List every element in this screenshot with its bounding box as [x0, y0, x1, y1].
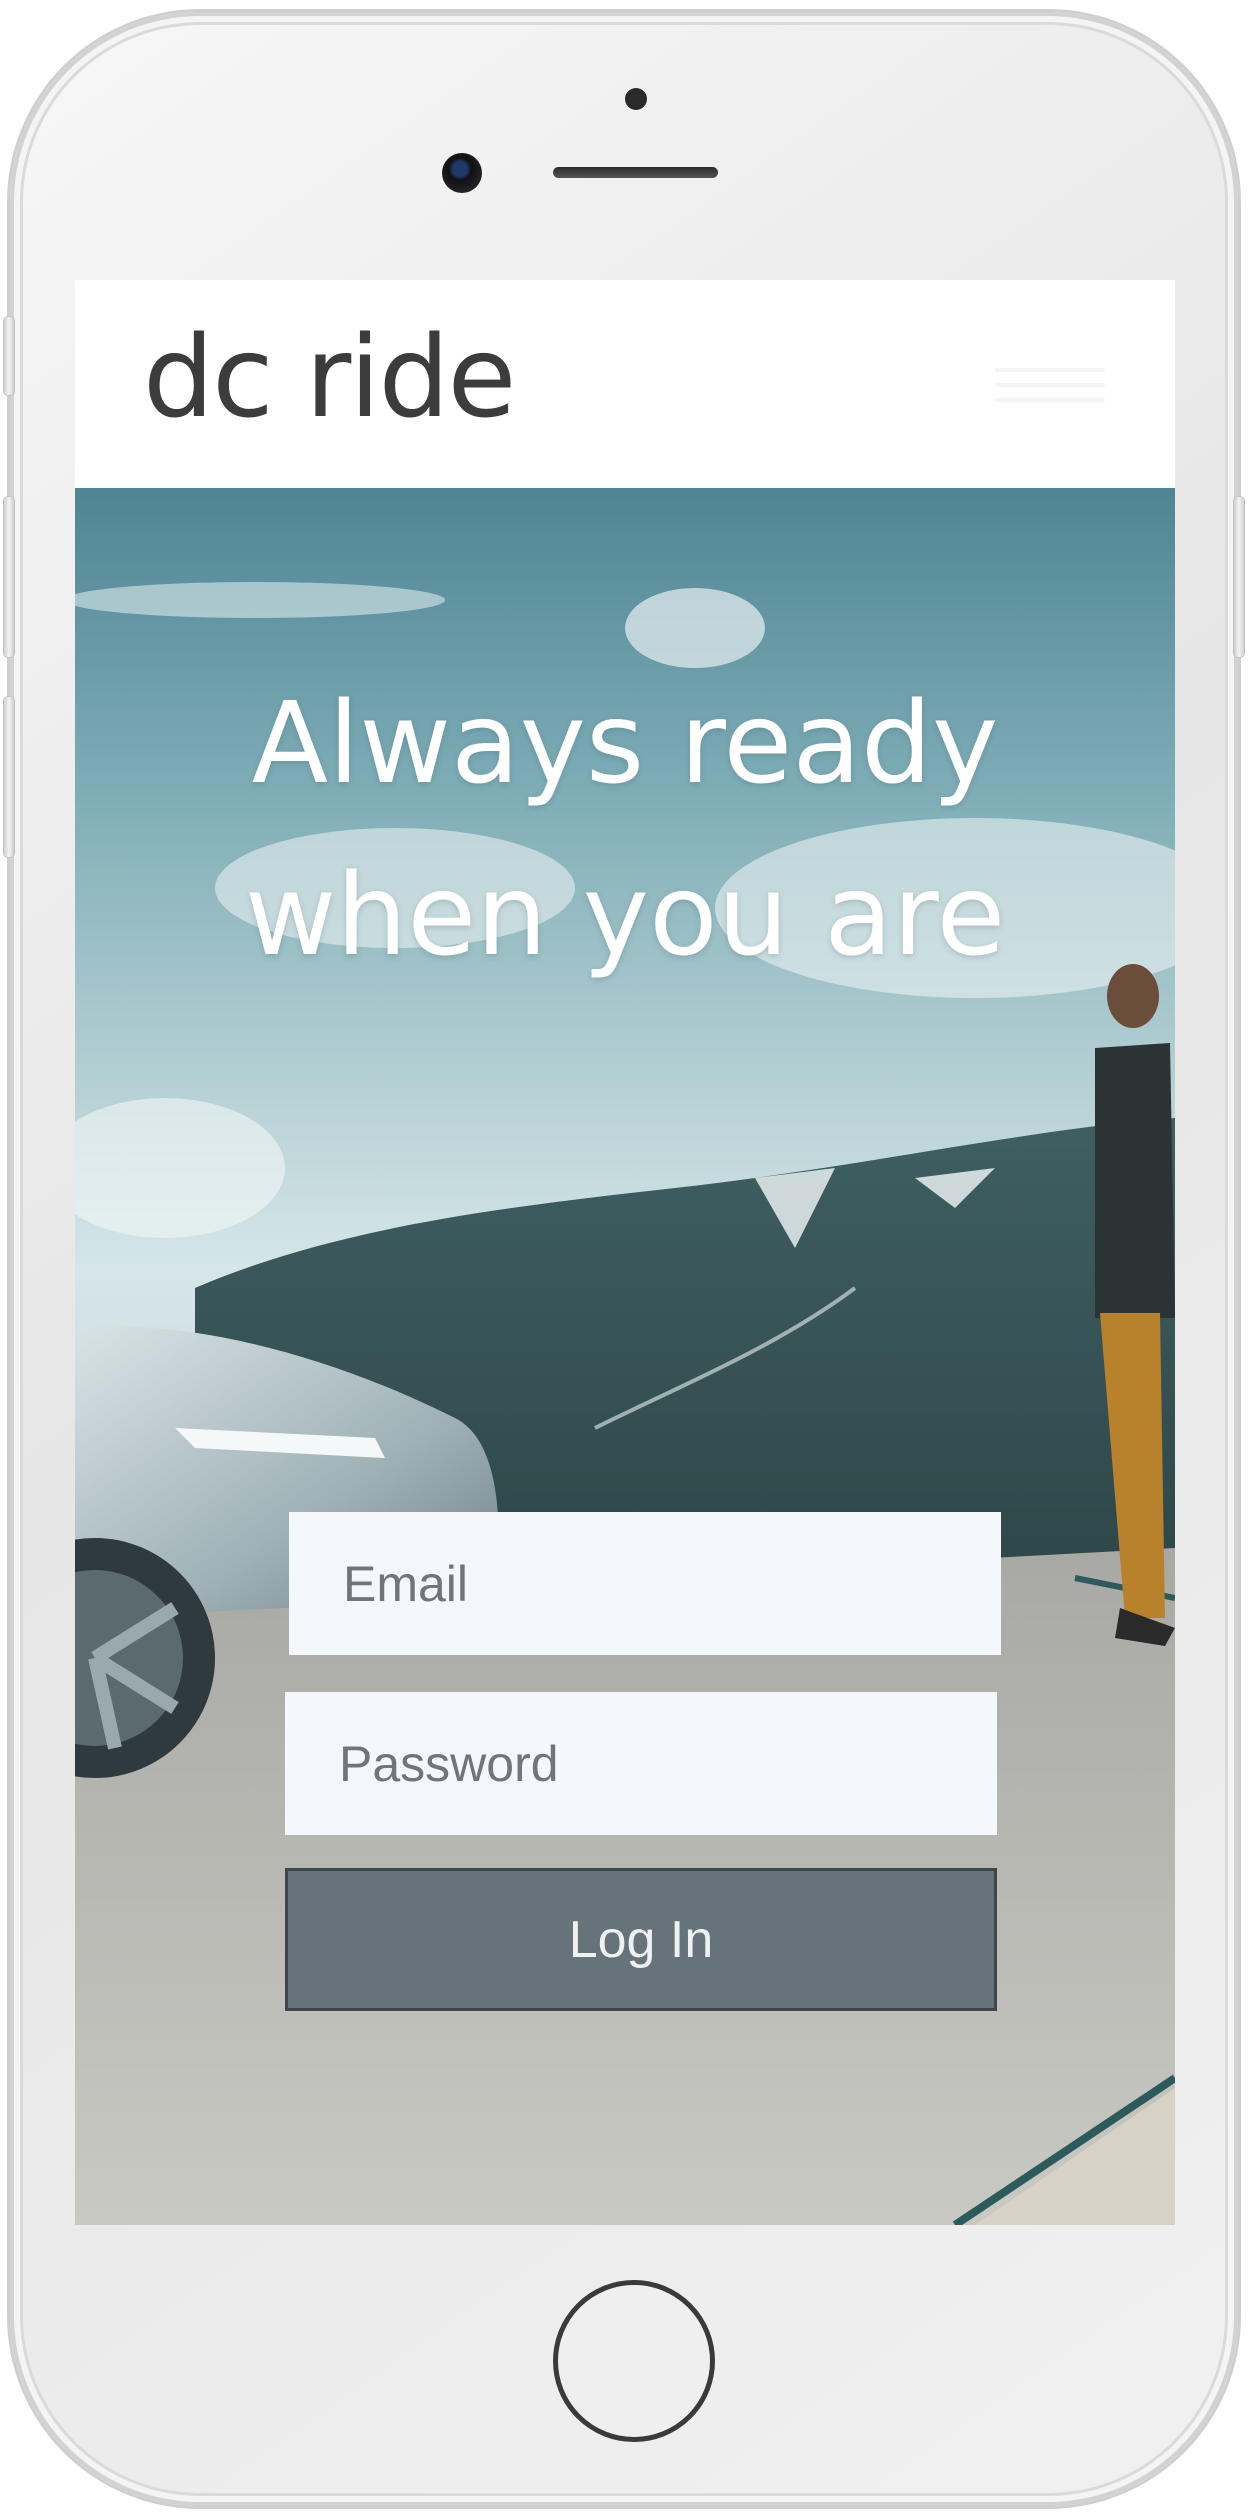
hamburger-menu-icon[interactable] [995, 350, 1105, 420]
volume-up-button [4, 497, 14, 657]
brand-logo[interactable]: dc ride [143, 322, 516, 434]
app-screen: dc ride Always ready when you are Email … [75, 280, 1175, 2225]
front-camera [442, 153, 482, 193]
volume-down-button [4, 697, 14, 857]
power-button [1234, 497, 1244, 657]
mute-switch [4, 317, 14, 395]
proximity-sensor [625, 88, 647, 110]
earpiece-speaker [553, 167, 718, 178]
home-button[interactable] [553, 2280, 715, 2442]
app-header: dc ride [75, 280, 1175, 488]
email-field[interactable] [289, 1512, 1001, 1655]
hero-headline: Always ready when you are [75, 658, 1175, 1002]
headline-line-2: when you are [244, 851, 1006, 981]
headline-line-1: Always ready [251, 679, 999, 809]
login-form: Log In [285, 1512, 1007, 2011]
login-button[interactable]: Log In [285, 1868, 997, 2011]
password-field[interactable] [285, 1692, 997, 1835]
